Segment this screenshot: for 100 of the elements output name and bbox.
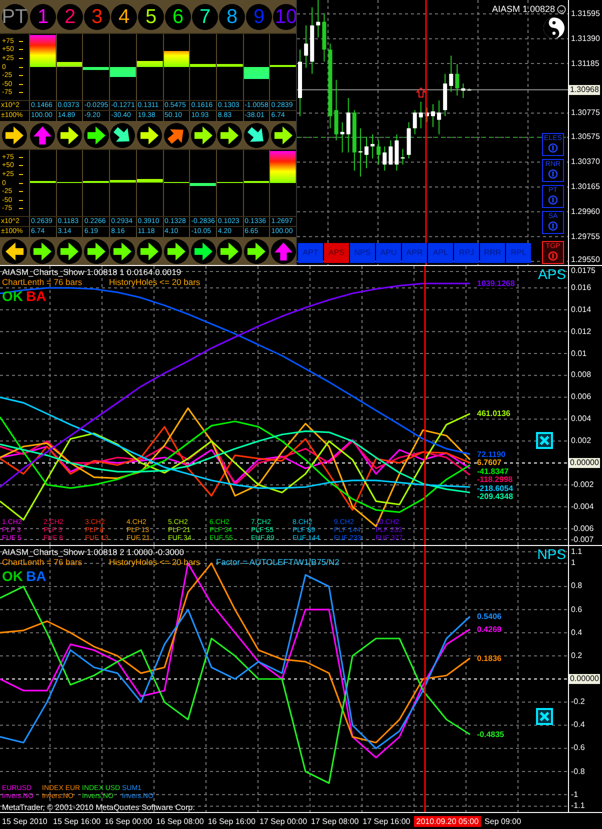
candle xyxy=(340,122,344,153)
candle xyxy=(376,140,381,166)
close-button[interactable] xyxy=(536,432,553,449)
candle xyxy=(298,49,302,117)
indicator-button[interactable]: RRR xyxy=(480,243,505,263)
axis-label: 1.30370 xyxy=(570,157,600,168)
value-label: 0.4269 xyxy=(477,624,502,634)
close-icon xyxy=(539,711,550,722)
axis-label: 0.6 xyxy=(570,604,582,615)
axis-label: 1.30775 xyxy=(570,108,600,118)
number-badge[interactable]: 2 xyxy=(57,4,83,30)
number-badge[interactable]: 10 xyxy=(273,4,299,30)
axis-label: 0.006 xyxy=(570,392,592,402)
candle xyxy=(316,0,320,38)
time-label: 2010.09.20 05:00 xyxy=(414,816,481,826)
axis-label: 0.012 xyxy=(570,326,592,337)
time-label: 16 Sep 00:00 xyxy=(104,816,152,826)
value-label: -118.2998 xyxy=(477,475,513,484)
candle xyxy=(418,101,423,129)
indicator-button[interactable]: APL xyxy=(428,243,453,263)
axis-label: 0.4 xyxy=(570,628,582,638)
current-value: 0.00000 xyxy=(569,458,600,468)
time-label: 15 Sep 2010 xyxy=(2,816,48,826)
indicator-button[interactable]: APT xyxy=(298,243,323,263)
copyright-text: MetaTrader, © 2001-2010 MetaQuotes Software Corp. xyxy=(2,803,195,812)
axis-label: 1.31185 xyxy=(570,58,600,69)
close-button[interactable] xyxy=(536,708,553,725)
smiley-icon xyxy=(557,5,566,14)
axis-label: -0.6 xyxy=(570,743,585,754)
indicator-button[interactable]: RPJ xyxy=(454,243,479,263)
candle xyxy=(461,83,466,99)
number-badge[interactable]: 6 xyxy=(165,4,191,30)
panel-name: APS xyxy=(538,266,566,282)
axis-label: 1.31390 xyxy=(570,34,600,44)
candle xyxy=(352,110,356,172)
axis-label: 0.0175 xyxy=(570,266,596,276)
indicator-button[interactable]: APR xyxy=(402,243,427,263)
indicator-header: AIASM_Charts_Show 1.00818 2 1.0000 -0.3000 xyxy=(2,547,185,557)
current-value: 0.00000 xyxy=(569,674,600,684)
axis-label: -0.002 xyxy=(570,480,594,490)
number-badge[interactable]: 8 xyxy=(219,4,245,30)
candle xyxy=(322,12,326,62)
indicator-button[interactable]: APU xyxy=(376,243,401,263)
axis-label: 0.016 xyxy=(570,282,592,293)
axis-label: 0.004 xyxy=(570,414,592,424)
number-badge[interactable]: 9 xyxy=(246,4,272,30)
info-text: HistoryHoles <= 20 bars xyxy=(109,277,202,287)
axis-label: -1 xyxy=(570,790,578,800)
candle xyxy=(455,64,460,96)
value-label: 0.1836 xyxy=(477,654,502,663)
number-badge[interactable]: 7 xyxy=(192,4,218,30)
indicator-header: AIASM_Charts_Show 1.00818 1 0.0164 0.0019 xyxy=(2,267,182,277)
candle xyxy=(431,104,435,128)
indicator-button[interactable]: NPS xyxy=(350,243,375,263)
candle xyxy=(370,134,375,160)
candle xyxy=(334,79,338,141)
value-label: -41.8347 xyxy=(477,466,509,476)
axis-label: 1.1 xyxy=(570,546,582,557)
value-label: -0.4835 xyxy=(477,730,504,739)
axis-label: 0.01 xyxy=(570,348,587,359)
number-badge[interactable]: 1 xyxy=(30,4,56,30)
candle xyxy=(424,107,429,123)
axis-label: -0.004 xyxy=(570,502,594,512)
info-text: ChartLenth = 76 bars xyxy=(2,277,84,287)
power-icon xyxy=(548,169,558,179)
candle xyxy=(364,136,368,169)
axis-label: 1 xyxy=(570,558,576,568)
axis-label: 1.30575 xyxy=(570,132,600,142)
info-text: HistoryHoles <= 20 bars xyxy=(109,557,202,567)
number-badge[interactable]: 4 xyxy=(111,4,137,30)
axis-label: 0.8 xyxy=(570,581,582,592)
candle xyxy=(412,110,417,135)
value-label: 1039.1268 xyxy=(477,279,515,288)
number-badge[interactable]: 5 xyxy=(138,4,164,30)
axis-label: -0.006 xyxy=(570,524,594,534)
candle xyxy=(358,128,362,178)
power-icon xyxy=(548,195,558,205)
axis-label: -0.8 xyxy=(570,766,585,777)
axis-label: -0.2 xyxy=(570,697,585,708)
axis-label: 0.002 xyxy=(570,436,592,446)
candle xyxy=(394,134,399,172)
value-label: 72.1190 xyxy=(477,450,506,459)
time-label: 17 Sep 00:00 xyxy=(259,816,308,826)
number-badge[interactable]: PT xyxy=(2,4,28,30)
candle xyxy=(437,100,442,135)
info-text: ChartLenth = 76 bars xyxy=(2,557,84,567)
value-label: 461.0136 xyxy=(477,409,510,418)
indicator-button[interactable]: RPL xyxy=(506,243,531,263)
status-text: BA xyxy=(26,289,46,303)
time-label: 17 Sep 16:00 xyxy=(362,816,410,826)
candle xyxy=(449,55,454,92)
arrow-icon xyxy=(416,87,426,98)
yin-yang-icon[interactable] xyxy=(543,17,565,39)
value-label: -209.4348 xyxy=(477,492,514,502)
value-label: 6.7607 xyxy=(477,458,502,468)
time-label: 17 Sep 08:00 xyxy=(311,816,359,826)
indicator-button[interactable]: APS xyxy=(324,243,349,263)
candle xyxy=(346,98,350,153)
time-label: 16 Sep 16:00 xyxy=(208,816,256,826)
number-badge[interactable]: 3 xyxy=(84,4,110,30)
